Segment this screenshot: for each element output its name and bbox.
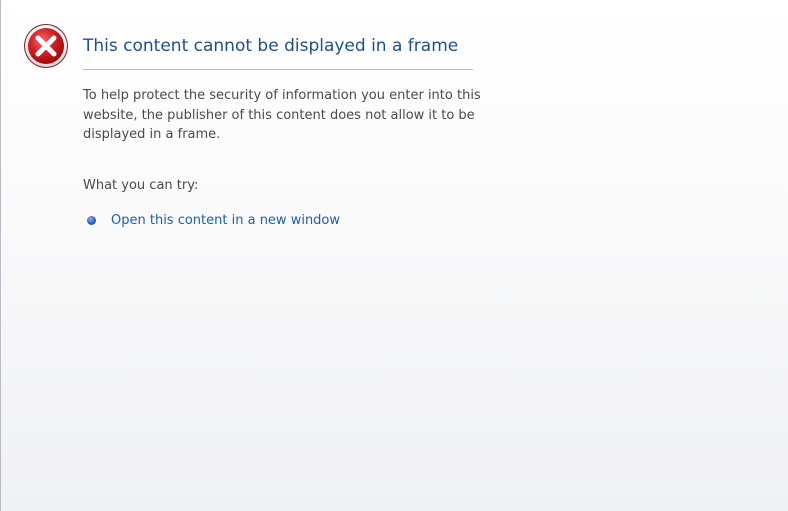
error-x-icon	[23, 23, 69, 69]
title-divider	[83, 69, 473, 70]
suggestions-heading: What you can try:	[83, 178, 199, 193]
error-description: To help protect the security of informat…	[83, 88, 481, 142]
page-title: This content cannot be displayed in a fr…	[83, 36, 459, 56]
bullet-icon	[87, 216, 96, 225]
open-new-window-link[interactable]: Open this content in a new window	[111, 213, 340, 228]
open-new-window-item[interactable]: Open this content in a new window	[87, 213, 340, 228]
